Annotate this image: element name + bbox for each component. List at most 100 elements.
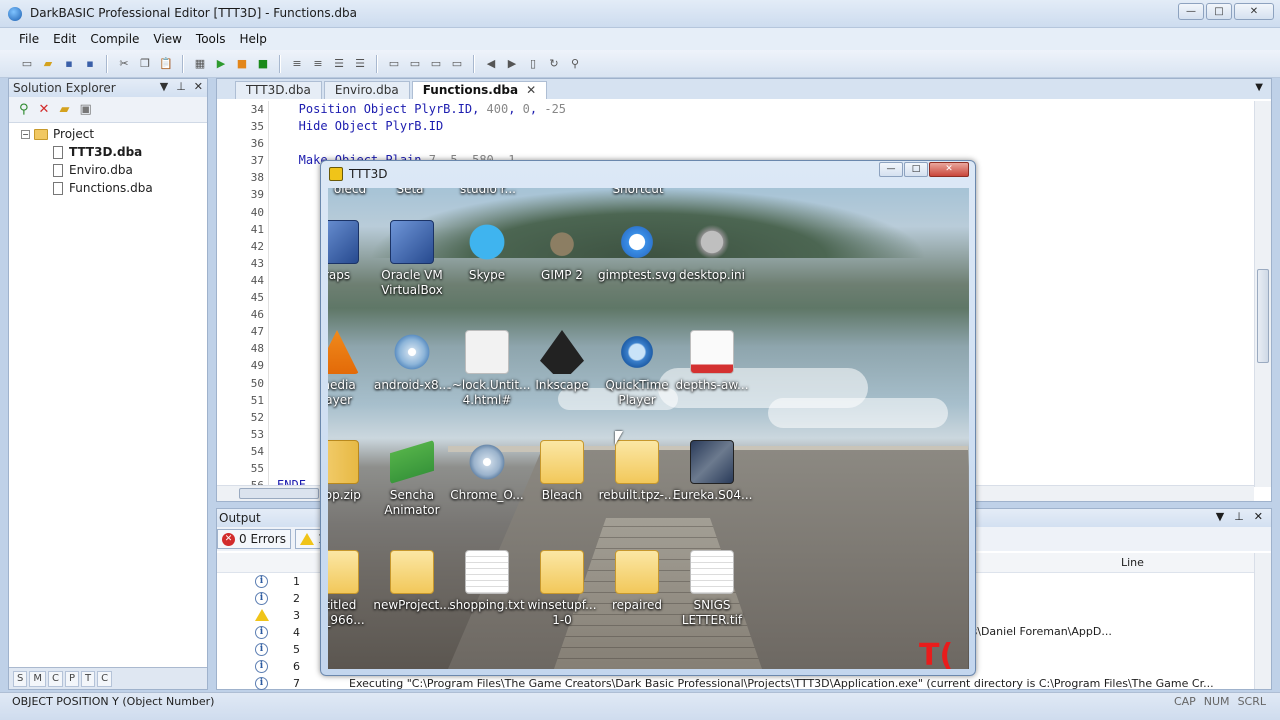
desktop-icon[interactable]: newProject... bbox=[373, 550, 451, 613]
forward-icon[interactable]: ▶ bbox=[503, 55, 521, 73]
scroll-thumb[interactable] bbox=[1257, 269, 1269, 363]
dropdown-icon[interactable]: ▼ bbox=[1216, 510, 1224, 523]
back-icon[interactable]: ◀ bbox=[482, 55, 500, 73]
build-icon[interactable]: ▦ bbox=[191, 55, 209, 73]
desktop-icon[interactable]: rebuilt.tpz-... bbox=[598, 440, 676, 503]
tab-functions[interactable]: Functions.dba ✕ bbox=[411, 81, 548, 99]
open-folder-icon[interactable]: ▰ bbox=[39, 55, 57, 73]
remove-icon[interactable]: ✕ bbox=[39, 102, 50, 117]
code-line[interactable]: Position Object PlyrB.ID, 400, 0, -25 bbox=[277, 101, 1237, 118]
output-vertical-scrollbar[interactable] bbox=[1254, 553, 1271, 689]
desktop-icon[interactable]: QuickTime Player bbox=[598, 330, 676, 408]
bookmark-clear-icon[interactable]: ▭ bbox=[448, 55, 466, 73]
collapse-icon[interactable]: − bbox=[21, 129, 30, 139]
desktop-icon[interactable]: winsetupf... 1-0 bbox=[523, 550, 601, 628]
comment-icon[interactable]: ☰ bbox=[330, 55, 348, 73]
desktop-icon[interactable]: Inkscape bbox=[523, 330, 601, 393]
bookmark-next-icon[interactable]: ▭ bbox=[406, 55, 424, 73]
copy-icon[interactable]: ❐ bbox=[136, 55, 154, 73]
compile-icon[interactable]: ■ bbox=[233, 55, 251, 73]
close-button[interactable]: ✕ bbox=[1234, 3, 1274, 20]
tab-code[interactable]: C bbox=[97, 670, 113, 687]
desktop-icon[interactable]: ktop.zip bbox=[328, 440, 376, 503]
bookmark-prev-icon[interactable]: ▭ bbox=[427, 55, 445, 73]
game-canvas[interactable]: raps Oracle VM VirtualBox Skype GIMP 2 gimpt… bbox=[328, 188, 969, 669]
save-all-icon[interactable]: ▪ bbox=[81, 55, 99, 73]
filter-icon[interactable]: ⚲ bbox=[19, 102, 29, 117]
errors-filter-button[interactable]: ✕ 0 Errors bbox=[217, 529, 291, 549]
tree-file[interactable]: Enviro.dba bbox=[9, 161, 207, 179]
properties-icon[interactable]: ▣ bbox=[79, 102, 91, 117]
scroll-thumb[interactable] bbox=[239, 488, 319, 499]
pin-icon[interactable]: ⊥ bbox=[1234, 510, 1244, 523]
desktop-icon[interactable]: .~lock.Untit... 4.html# bbox=[448, 330, 530, 408]
find-icon[interactable]: ⚲ bbox=[566, 55, 584, 73]
refresh-icon[interactable]: ↻ bbox=[545, 55, 563, 73]
page-icon[interactable]: ▯ bbox=[524, 55, 542, 73]
tab-ttt3d[interactable]: TTT3D.dba bbox=[235, 81, 322, 99]
desktop-icon[interactable]: Sencha Animator bbox=[373, 440, 451, 518]
menu-tools[interactable]: Tools bbox=[189, 32, 233, 46]
desktop-icon[interactable]: SNIGS LETTER.tif bbox=[673, 550, 751, 628]
desktop-icon[interactable]: media layer bbox=[328, 330, 376, 408]
tab-enviro[interactable]: Enviro.dba bbox=[323, 81, 410, 99]
desktop-icon[interactable]: depths-aw... bbox=[673, 330, 751, 393]
desktop-icon[interactable]: Skype bbox=[448, 220, 526, 283]
close-panel-icon[interactable]: ✕ bbox=[194, 80, 203, 93]
uncomment-icon[interactable]: ☰ bbox=[351, 55, 369, 73]
desktop-icon[interactable]: Bleach bbox=[523, 440, 601, 503]
add-folder-icon[interactable]: ▰ bbox=[59, 102, 69, 117]
bookmark-icon[interactable]: ▭ bbox=[385, 55, 403, 73]
desktop-icon[interactable]: Oracle VM VirtualBox bbox=[373, 220, 451, 298]
output-row-number: 2 bbox=[293, 592, 300, 605]
minimize-button[interactable]: — bbox=[1178, 3, 1204, 20]
tab-list-icon[interactable]: ▼ bbox=[1255, 82, 1263, 93]
desktop-icon[interactable]: Eureka.S04... bbox=[673, 440, 752, 503]
code-line[interactable] bbox=[277, 135, 1237, 152]
desktop-icon-label: Inkscape bbox=[535, 378, 589, 392]
desktop-icon[interactable]: Chrome_O... bbox=[448, 440, 526, 503]
maximize-button[interactable]: □ bbox=[1206, 3, 1232, 20]
desktop-icon[interactable]: gimptest.svg bbox=[598, 220, 676, 283]
minimize-button[interactable]: — bbox=[879, 162, 903, 177]
tab-solution[interactable]: S bbox=[13, 670, 28, 687]
desktop-icon[interactable]: raps bbox=[328, 220, 376, 283]
tree-project[interactable]: − Project bbox=[9, 125, 207, 143]
menu-file[interactable]: File bbox=[12, 32, 46, 46]
code-line[interactable]: Hide Object PlyrB.ID bbox=[277, 118, 1237, 135]
pin-icon[interactable]: ⊥ bbox=[176, 80, 186, 93]
indent-icon[interactable]: ≡ bbox=[288, 55, 306, 73]
run-exe-icon[interactable]: ■ bbox=[254, 55, 272, 73]
maximize-button[interactable]: □ bbox=[904, 162, 928, 177]
column-line: Line bbox=[1121, 556, 1144, 569]
close-button[interactable]: ✕ bbox=[929, 162, 969, 177]
new-file-icon[interactable]: ▭ bbox=[18, 55, 36, 73]
close-panel-icon[interactable]: ✕ bbox=[1254, 510, 1263, 523]
output-row[interactable]: i 7 Executing "C:\Program Files\The Game C… bbox=[217, 675, 1254, 692]
desktop-icon[interactable]: ntitled ml_966... bbox=[328, 550, 376, 628]
desktop-icon[interactable]: repaired bbox=[598, 550, 676, 613]
tree-file[interactable]: TTT3D.dba bbox=[9, 143, 207, 161]
run-icon[interactable]: ▶ bbox=[212, 55, 230, 73]
paste-icon[interactable]: 📋 bbox=[157, 55, 175, 73]
desktop-icon[interactable]: shopping.txt bbox=[448, 550, 526, 613]
menu-compile[interactable]: Compile bbox=[83, 32, 146, 46]
desktop-icon[interactable]: GIMP 2 bbox=[523, 220, 601, 283]
tab-cursor[interactable]: C bbox=[48, 670, 63, 687]
dropdown-icon[interactable]: ▼ bbox=[160, 80, 168, 93]
tab-media[interactable]: M bbox=[29, 670, 46, 687]
save-icon[interactable]: ▪ bbox=[60, 55, 78, 73]
desktop-icon-label: GIMP 2 bbox=[541, 268, 583, 282]
menu-edit[interactable]: Edit bbox=[46, 32, 83, 46]
outdent-icon[interactable]: ≡ bbox=[309, 55, 327, 73]
cut-icon[interactable]: ✂ bbox=[115, 55, 133, 73]
menu-help[interactable]: Help bbox=[232, 32, 273, 46]
tab-properties[interactable]: P bbox=[64, 670, 80, 687]
desktop-icon[interactable]: desktop.ini bbox=[673, 220, 751, 283]
menu-view[interactable]: View bbox=[146, 32, 188, 46]
tree-file[interactable]: Functions.dba bbox=[9, 179, 207, 197]
tab-tasks[interactable]: T bbox=[81, 670, 96, 687]
close-tab-icon[interactable]: ✕ bbox=[526, 83, 536, 97]
desktop-icon[interactable]: android-x8... bbox=[373, 330, 451, 393]
editor-vertical-scrollbar[interactable] bbox=[1254, 101, 1271, 487]
